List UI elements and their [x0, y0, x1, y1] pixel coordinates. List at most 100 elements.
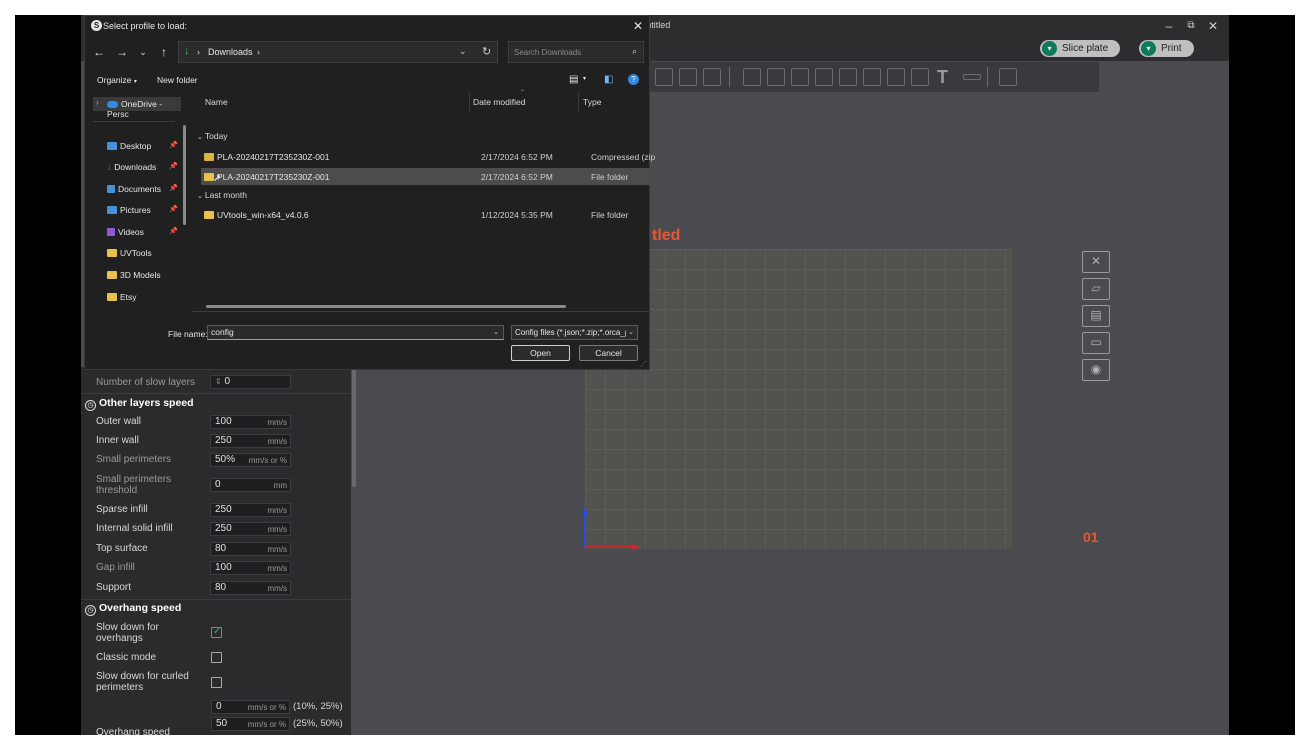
refresh-icon[interactable]: ↻	[482, 45, 491, 58]
arrange-plate-icon[interactable]: ▤	[1082, 305, 1110, 327]
section-overhang-speed[interactable]: ◷ Overhang speed	[85, 602, 181, 616]
cancel-button[interactable]: Cancel	[579, 345, 638, 361]
text-tool-icon[interactable]: T	[937, 68, 955, 86]
address-bar[interactable]: ↓ › Downloads › ⌄ ↻	[178, 41, 498, 63]
close-icon[interactable]: ✕	[1205, 18, 1221, 34]
nav-item-etsy[interactable]: Etsy	[107, 292, 137, 302]
section-title: Other layers speed	[99, 397, 194, 409]
arrange-icon[interactable]	[655, 68, 673, 86]
layers-icon[interactable]	[703, 68, 721, 86]
slice-plate-label: Slice plate	[1062, 43, 1109, 54]
slow-down-overhangs-checkbox[interactable]	[211, 626, 222, 638]
open-button[interactable]: Open	[511, 345, 570, 361]
overhang-speed-input-2[interactable]: 50 mm/s or %	[211, 717, 290, 731]
restore-icon[interactable]: ⧉	[1183, 18, 1199, 34]
move-icon[interactable]	[743, 68, 761, 86]
chevron-down-icon[interactable]: ⌄	[136, 47, 150, 58]
file-row[interactable]: PLA-20240217T235230Z-001 2/17/2024 6:52 …	[201, 148, 655, 165]
close-plate-icon[interactable]: ✕	[1082, 251, 1110, 273]
small-perimeters-threshold-input[interactable]: 0 mm	[210, 478, 291, 492]
file-type-select[interactable]: Config files (*.json;*.zip;*.orca_p ⌄	[511, 325, 638, 340]
column-divider[interactable]	[578, 93, 579, 111]
lay-on-face-icon[interactable]	[815, 68, 833, 86]
unit: mm/s	[267, 564, 287, 573]
gap-infill-input[interactable]: 100 mm/s	[210, 561, 291, 575]
file-row[interactable]: UVtools_win-x64_v4.0.6 1/12/2024 5:35 PM…	[201, 206, 651, 223]
nav-item-documents[interactable]: Documents 📌	[107, 184, 178, 194]
orient-plate-icon[interactable]: ▱	[1082, 278, 1110, 300]
back-arrow-icon[interactable]: ←	[92, 45, 106, 59]
copy-icon[interactable]	[679, 68, 697, 86]
slow-layers-input[interactable]: ⇕ 0	[210, 375, 291, 389]
resize-grip-icon[interactable]: ⋰	[640, 360, 647, 368]
outer-wall-value: 100	[215, 416, 232, 427]
nav-item-pictures[interactable]: Pictures 📌	[107, 205, 178, 215]
forward-arrow-icon[interactable]: →	[115, 45, 129, 59]
file-name-input[interactable]: config ⌄	[207, 325, 504, 340]
divider	[192, 311, 651, 312]
breadcrumb[interactable]: Downloads	[208, 47, 253, 57]
sparse-infill-input[interactable]: 250 mm/s	[210, 503, 291, 517]
nav-item-desktop[interactable]: Desktop 📌	[107, 141, 178, 151]
chevron-right-icon[interactable]: ›	[96, 98, 99, 107]
assembly-icon[interactable]	[999, 68, 1017, 86]
inner-wall-input[interactable]: 250 mm/s	[210, 434, 291, 448]
file-row-selected[interactable]: PLA-20240217T235230Z-001 2/17/2024 6:52 …	[201, 168, 651, 185]
nav-item-3d-models[interactable]: 3D Models	[107, 270, 161, 280]
print-button[interactable]: ▾ Print	[1139, 40, 1194, 57]
column-header-date[interactable]: Date modified	[473, 97, 525, 107]
eye-icon[interactable]: ◉	[1082, 359, 1110, 381]
chevron-down-icon[interactable]: ▾	[1141, 41, 1156, 56]
support-paint-icon[interactable]	[887, 68, 905, 86]
rotate-icon[interactable]	[767, 68, 785, 86]
seam-paint-icon[interactable]	[911, 68, 929, 86]
chevron-down-icon: ⌄	[197, 193, 203, 200]
column-header-type[interactable]: Type	[583, 97, 601, 107]
preview-pane-icon[interactable]: ◧	[604, 74, 613, 85]
chevron-down-icon[interactable]: ▾	[1042, 41, 1057, 56]
minimize-icon[interactable]: –	[1161, 18, 1177, 34]
lock-icon[interactable]: ▭	[1082, 332, 1110, 354]
group-today[interactable]: ⌄ Today	[197, 131, 228, 141]
chevron-down-icon[interactable]: ▾	[583, 75, 586, 82]
help-icon[interactable]: ?	[628, 74, 639, 85]
boolean-icon[interactable]	[863, 68, 881, 86]
chevron-down-icon[interactable]: ⌄	[626, 328, 634, 336]
up-arrow-icon[interactable]: ↑	[157, 45, 171, 59]
scale-icon[interactable]	[791, 68, 809, 86]
column-header-name[interactable]: Name	[205, 97, 228, 107]
outer-wall-label: Outer wall	[96, 416, 142, 427]
close-icon[interactable]: ✕	[633, 19, 643, 33]
nav-item-onedrive[interactable]: › OneDrive - Persc	[93, 97, 181, 119]
settings-scrollbar[interactable]	[352, 367, 356, 487]
internal-solid-infill-input[interactable]: 250 mm/s	[210, 522, 291, 536]
search-input[interactable]: Search Downloads ⌕	[508, 41, 644, 63]
overhang-speed-input-1[interactable]: 0 mm/s or %	[211, 700, 290, 714]
pin-icon: 📌	[169, 206, 178, 213]
small-perimeters-input[interactable]: 50% mm/s or %	[210, 453, 291, 467]
top-surface-input[interactable]: 80 mm/s	[210, 542, 291, 556]
measure-icon[interactable]	[963, 74, 981, 80]
support-input[interactable]: 80 mm/s	[210, 581, 291, 595]
screen: Untitled – ⧉ ✕ ▾ Slice plate ▾ Print T t…	[15, 15, 1295, 735]
chevron-down-icon[interactable]: ⌄	[459, 46, 467, 57]
command-bar: Organize ▾ New folder ▤ ▾ ◧ ?	[85, 71, 651, 91]
outer-wall-input[interactable]: 100 mm/s	[210, 415, 291, 429]
group-last-month[interactable]: ⌄ Last month	[197, 190, 247, 200]
view-options-icon[interactable]: ▤	[569, 74, 578, 85]
nav-item-downloads[interactable]: ↓ Downloads 📌	[107, 162, 178, 172]
column-divider[interactable]	[469, 93, 470, 111]
chevron-down-icon[interactable]: ⌄	[493, 328, 499, 336]
nav-item-videos[interactable]: Videos 📌	[107, 227, 178, 237]
stepper-icon[interactable]: ⇕	[215, 377, 222, 386]
nav-scrollbar[interactable]	[183, 125, 186, 225]
slice-plate-button[interactable]: ▾ Slice plate	[1040, 40, 1121, 57]
slow-down-curled-checkbox[interactable]	[211, 677, 222, 688]
horizontal-scrollbar[interactable]	[206, 305, 566, 308]
cut-icon[interactable]	[839, 68, 857, 86]
new-folder-button[interactable]: New folder	[157, 75, 198, 85]
organize-button[interactable]: Organize ▾	[97, 75, 137, 85]
classic-mode-checkbox[interactable]	[211, 652, 222, 663]
nav-item-uvtools[interactable]: UVTools	[107, 248, 152, 258]
section-other-layers-speed[interactable]: ◷ Other layers speed	[85, 397, 194, 411]
